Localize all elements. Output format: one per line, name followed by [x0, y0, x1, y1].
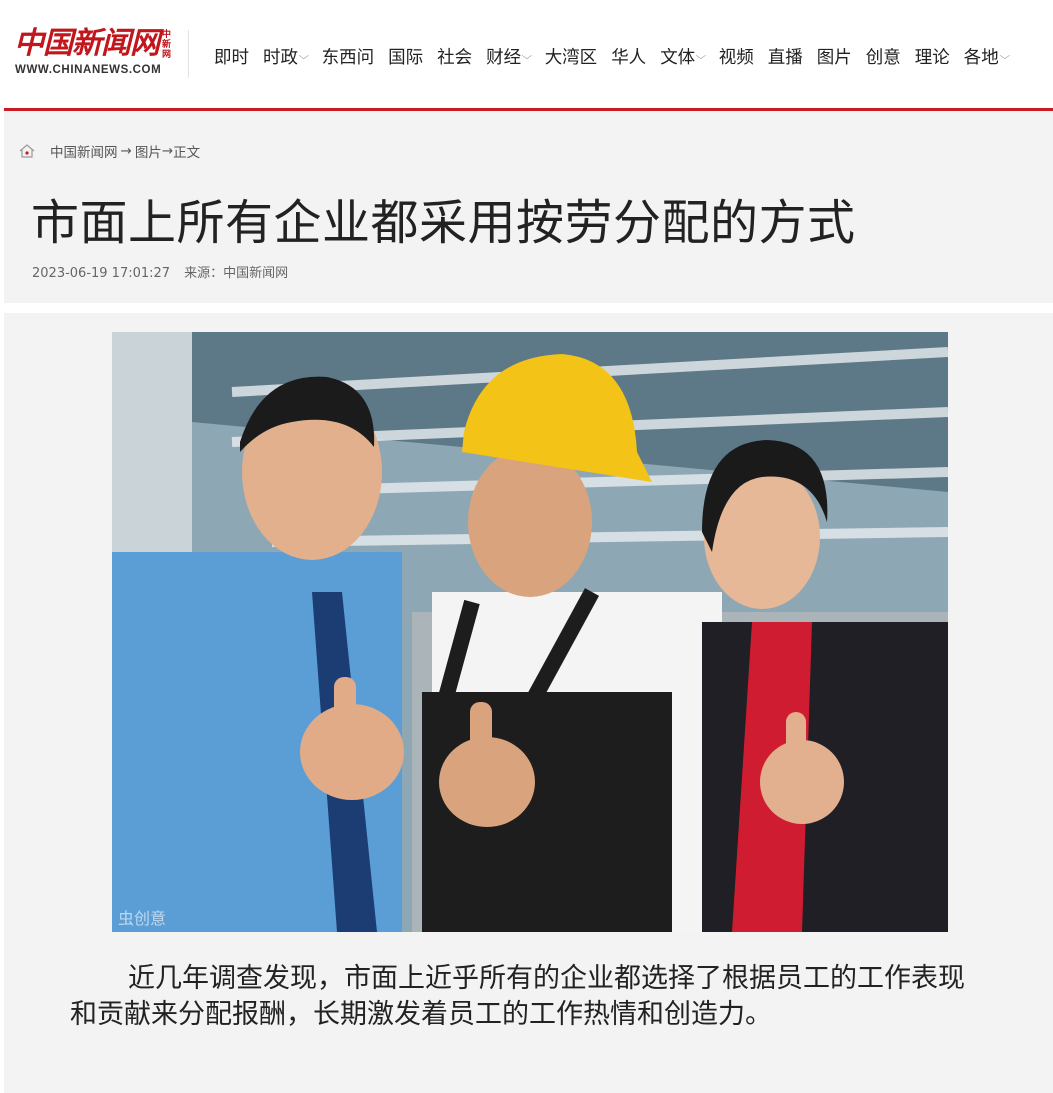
- breadcrumb: 中国新闻网 → 图片 → 正文: [18, 141, 200, 161]
- nav-item-label: 理论: [914, 48, 950, 68]
- chevron-down-icon: ⌵: [298, 51, 310, 62]
- nav-item-3[interactable]: 国际: [388, 44, 423, 69]
- chevron-down-icon: ⌵: [999, 51, 1010, 62]
- nav-item-2[interactable]: 东西问: [322, 44, 375, 69]
- nav-item-label: 东西问: [321, 48, 375, 68]
- breadcrumb-pictures-link[interactable]: 图片: [135, 141, 162, 161]
- logo-divider: [188, 30, 189, 78]
- nav-item-label: 时政: [263, 48, 298, 68]
- nav-item-label: 图片: [816, 48, 852, 68]
- logo-text: 中国新闻网: [14, 26, 160, 61]
- article-content: 虫创意 近几年调查发现，市面上近乎所有的企业都选择了根据员工的工作表现和贡献来分…: [4, 313, 1053, 1093]
- article-meta: 2023-06-19 17:01:27 来源：中国新闻网: [32, 262, 302, 281]
- photo-illustration: 虫创意: [112, 332, 948, 932]
- nav-item-12[interactable]: 创意: [866, 44, 901, 69]
- article-header: 中国新闻网 → 图片 → 正文 市面上所有企业都采用按劳分配的方式 2023-0…: [4, 111, 1053, 303]
- nav-item-label: 社会: [437, 48, 473, 68]
- nav-item-0[interactable]: 即时: [214, 44, 249, 69]
- nav-item-6[interactable]: 大湾区: [545, 44, 598, 69]
- nav-item-14[interactable]: 各地 ⌵: [963, 44, 1010, 69]
- photo-watermark: 虫创意: [118, 909, 166, 928]
- nav-item-label: 各地: [963, 48, 999, 68]
- nav-item-10[interactable]: 直播: [768, 44, 803, 69]
- nav-item-label: 大湾区: [544, 48, 598, 68]
- nav-item-13[interactable]: 理论: [915, 44, 950, 69]
- breadcrumb-current: 正文: [173, 145, 201, 161]
- nav-item-label: 华人: [611, 48, 647, 68]
- breadcrumb-separator: →: [161, 143, 174, 159]
- logo-side-text: 中新网: [162, 30, 172, 60]
- home-icon[interactable]: [18, 143, 36, 159]
- nav-item-label: 国际: [388, 48, 424, 68]
- nav-item-label: 创意: [865, 48, 901, 68]
- breadcrumb-home-link[interactable]: 中国新闻网: [50, 141, 118, 161]
- article-paragraph: 近几年调查发现，市面上近乎所有的企业都选择了根据员工的工作表现和贡献来分配报酬，…: [70, 963, 965, 1030]
- chevron-down-icon: ⌵: [521, 51, 533, 62]
- site-header: 中国新闻网 中新网 WWW.CHINANEWS.COM 即时 时政 ⌵ 东西问 国际 社会…: [0, 0, 1053, 108]
- nav-item-label: 财经: [486, 48, 522, 68]
- nav-item-9[interactable]: 视频: [719, 44, 754, 69]
- article-title: 市面上所有企业都采用按劳分配的方式: [31, 195, 856, 251]
- publish-datetime: 2023-06-19 17:01:27: [32, 266, 171, 281]
- nav-item-4[interactable]: 社会: [437, 44, 472, 69]
- nav-item-8[interactable]: 文体 ⌵: [660, 44, 707, 69]
- site-logo[interactable]: 中国新闻网 中新网 WWW.CHINANEWS.COM: [14, 26, 174, 82]
- breadcrumb-separator: →: [120, 143, 132, 159]
- nav-item-5[interactable]: 财经 ⌵: [486, 44, 533, 69]
- nav-item-label: 直播: [767, 48, 803, 68]
- nav-item-label: 文体: [660, 48, 696, 68]
- article-source: 来源：中国新闻网: [184, 266, 289, 281]
- main-nav: 即时 时政 ⌵ 东西问 国际 社会 财经 ⌵ 大湾区 华人 文体 ⌵ 视频 直播 图片 创意 理论 各地 ⌵: [214, 44, 1022, 69]
- nav-item-label: 视频: [718, 48, 754, 68]
- logo-url: WWW.CHINANEWS.COM: [15, 64, 162, 76]
- chevron-down-icon: ⌵: [695, 51, 707, 62]
- article-photo: 虫创意: [112, 332, 948, 932]
- nav-item-11[interactable]: 图片: [817, 44, 852, 69]
- nav-item-1[interactable]: 时政 ⌵: [263, 44, 310, 69]
- nav-item-7[interactable]: 华人: [611, 44, 646, 69]
- nav-item-label: 即时: [214, 48, 249, 68]
